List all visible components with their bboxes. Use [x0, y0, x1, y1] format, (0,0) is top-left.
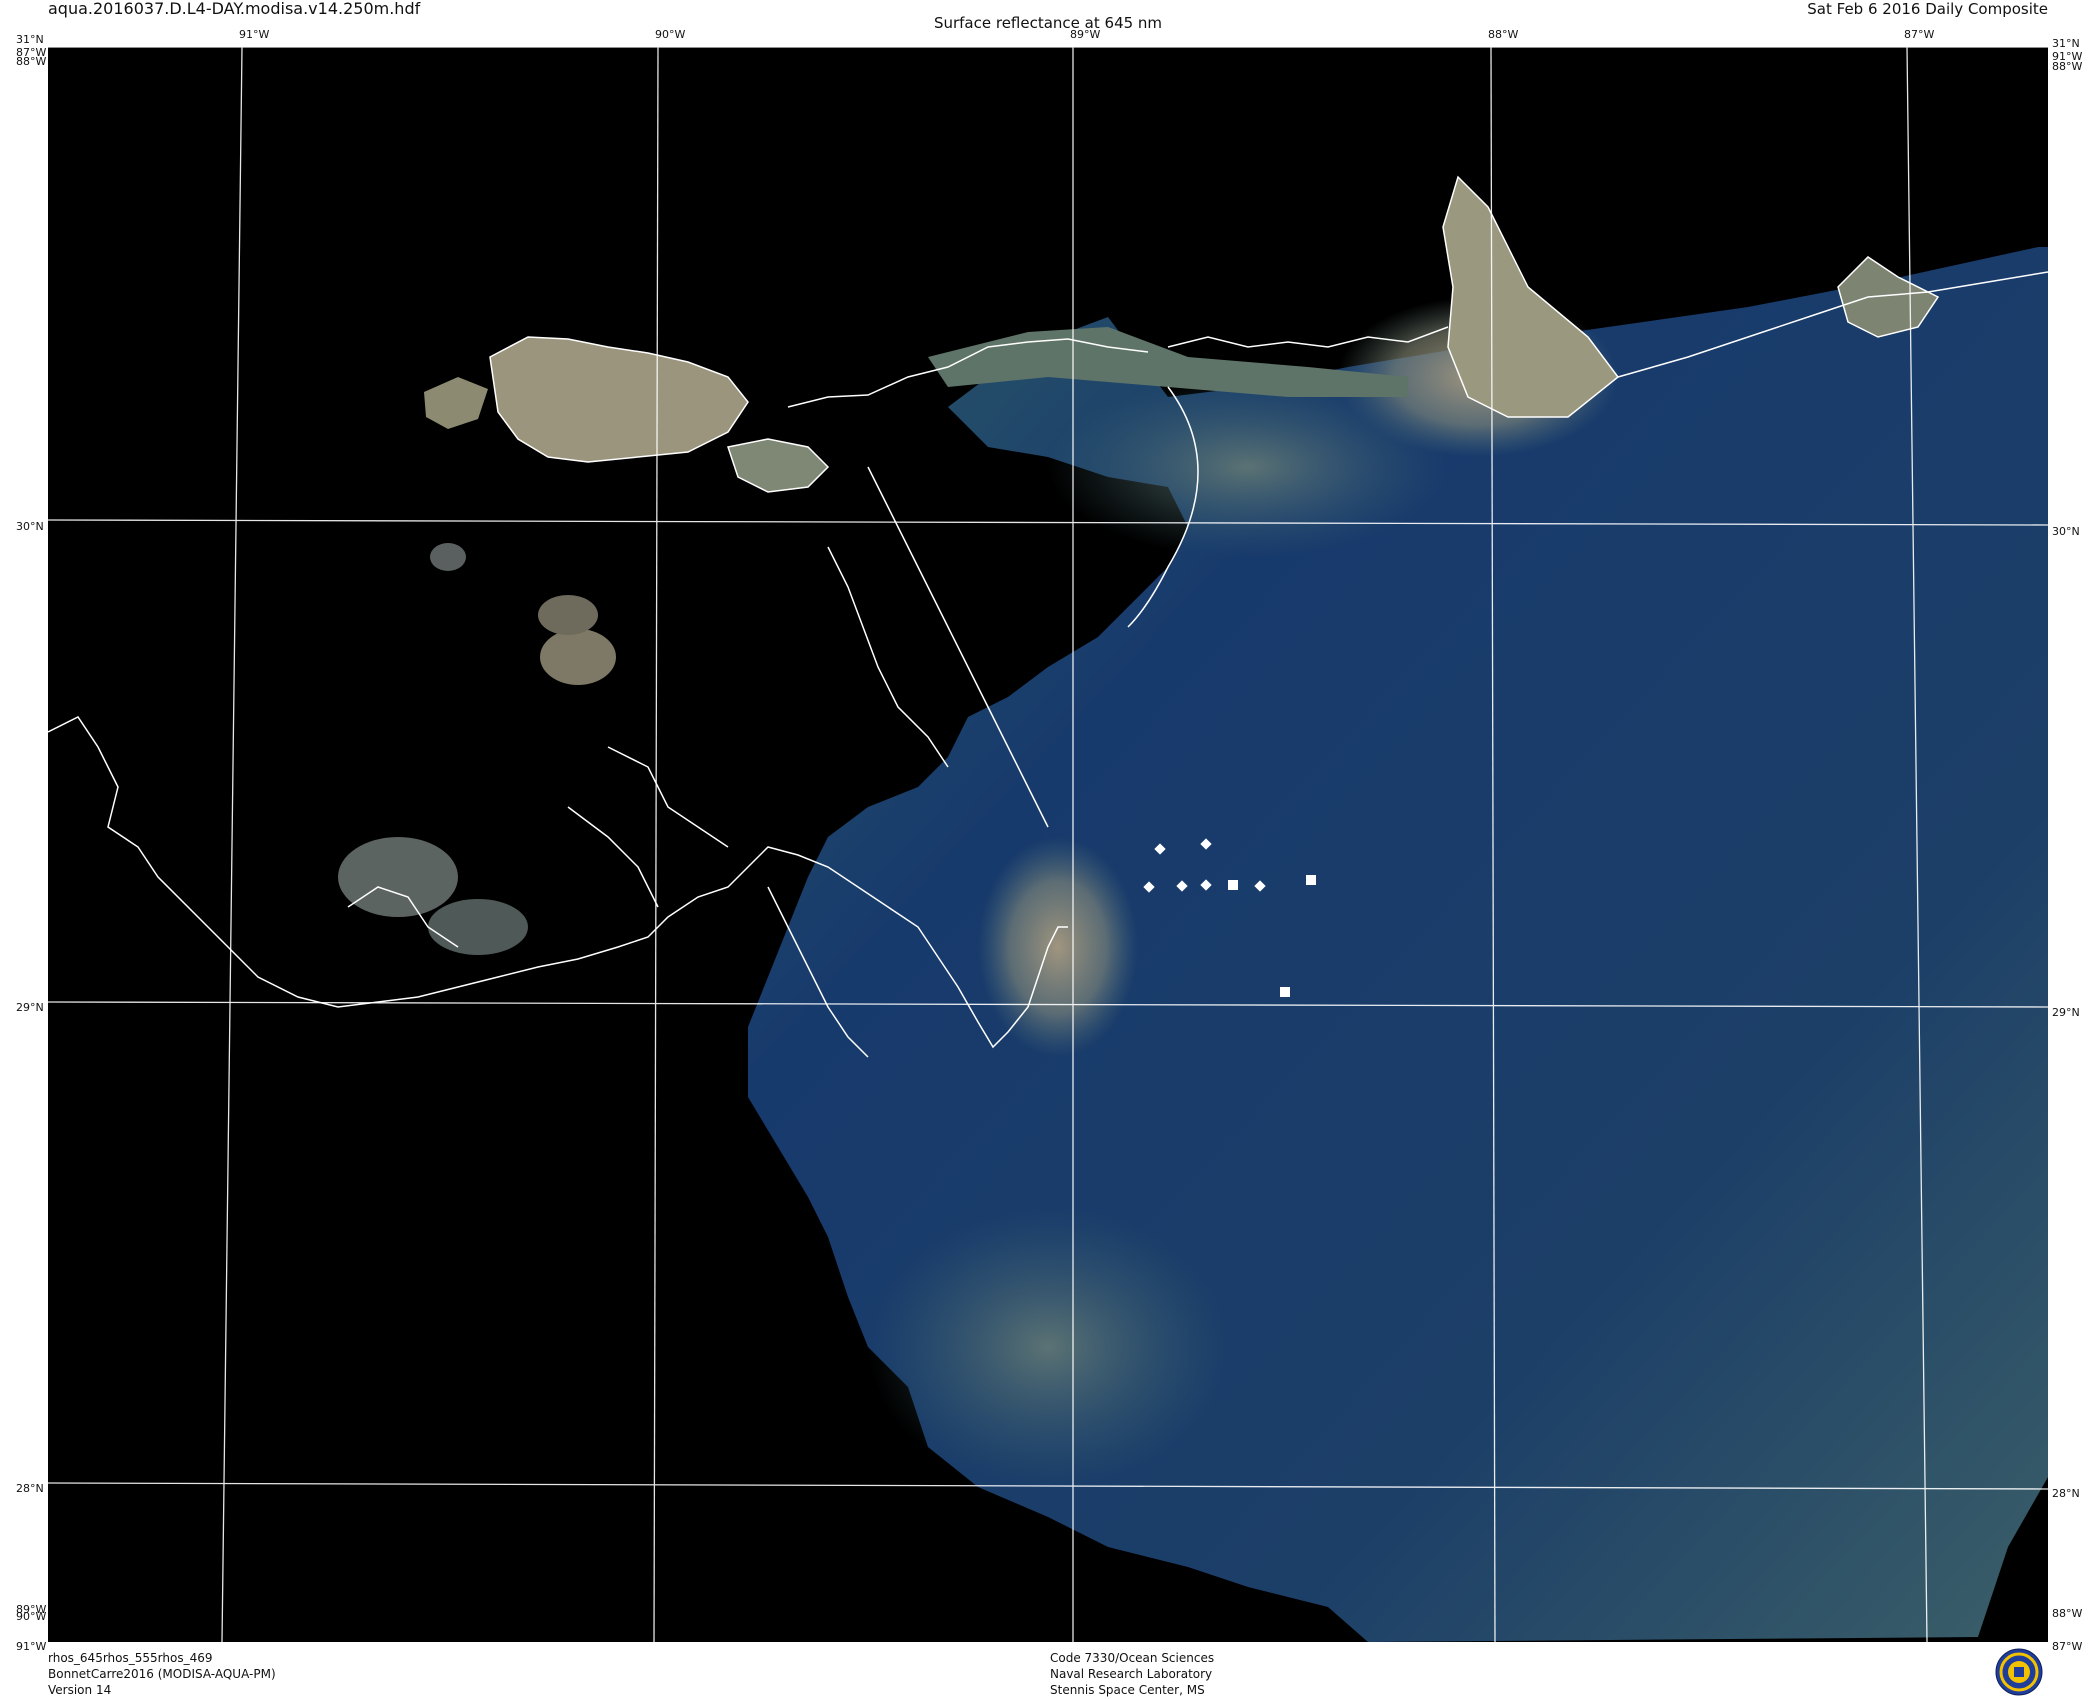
satellite-map[interactable]: [48, 47, 2048, 1642]
lat-label-28n-left: 28°N: [16, 1482, 44, 1495]
lat-label-29n-left: 29°N: [16, 1001, 44, 1014]
lon-label-87w: 87°W: [1904, 28, 1935, 41]
lon-label-90w: 90°W: [655, 28, 686, 41]
mobile-bay: [1443, 177, 1618, 417]
inland-water-2: [538, 595, 598, 635]
lat-label-30n-left: 30°N: [16, 520, 44, 533]
inland-water-4: [338, 837, 458, 917]
nrl-seal-icon: [1995, 1648, 2043, 1696]
corner-br-lon-2: 87°W: [2052, 1640, 2083, 1653]
producer-code: Code 7330/Ocean Sciences: [1050, 1651, 1215, 1665]
producer-location: Stennis Space Center, MS: [1050, 1683, 1205, 1697]
lon-label-89w: 89°W: [1070, 28, 1101, 41]
corner-tl-lat: 31°N: [16, 33, 44, 46]
map-canvas: [48, 47, 2048, 1642]
inland-water-1: [540, 629, 616, 685]
inland-water-5: [428, 899, 528, 955]
corner-bl-lon-2: 90°W: [16, 1610, 47, 1623]
product-bands: rhos_645rhos_555rhos_469: [48, 1651, 213, 1665]
lake-maurepas: [424, 377, 488, 429]
corner-tr-lon-2: 88°W: [2052, 60, 2083, 73]
station-square-1[interactable]: [1228, 880, 1238, 890]
producer-lab: Naval Research Laboratory: [1050, 1667, 1213, 1681]
river-plume: [978, 837, 1138, 1057]
lon-label-88w: 88°W: [1488, 28, 1519, 41]
corner-bl-lon-3: 91°W: [16, 1640, 47, 1653]
product-version: Version 14: [48, 1683, 112, 1697]
lat-label-28n-right: 28°N: [2052, 1487, 2080, 1500]
map-title: Surface reflectance at 645 nm: [933, 14, 1163, 32]
lake-pontchartrain: [490, 337, 748, 462]
producer-info: Code 7330/Ocean Sciences Naval Research …: [1050, 1650, 1214, 1698]
corner-br-lon-1: 88°W: [2052, 1607, 2083, 1620]
lake-borgne: [728, 439, 828, 492]
product-info: rhos_645rhos_555rhos_469 BonnetCarre2016…: [48, 1650, 276, 1698]
lon-label-91w: 91°W: [239, 28, 270, 41]
corner-tl-lon-2: 88°W: [16, 55, 47, 68]
composite-date: Sat Feb 6 2016 Daily Composite: [1807, 0, 2048, 18]
lat-label-29n-right: 29°N: [2052, 1006, 2080, 1019]
south-plume: [868, 1207, 1228, 1487]
station-square-2[interactable]: [1306, 875, 1316, 885]
shelf-plume: [1048, 377, 1448, 557]
station-square-3[interactable]: [1280, 987, 1290, 997]
inland-water-3: [430, 543, 466, 571]
product-project: BonnetCarre2016 (MODISA-AQUA-PM): [48, 1667, 276, 1681]
corner-tr-lat: 31°N: [2052, 37, 2080, 50]
lat-label-30n-right: 30°N: [2052, 525, 2080, 538]
